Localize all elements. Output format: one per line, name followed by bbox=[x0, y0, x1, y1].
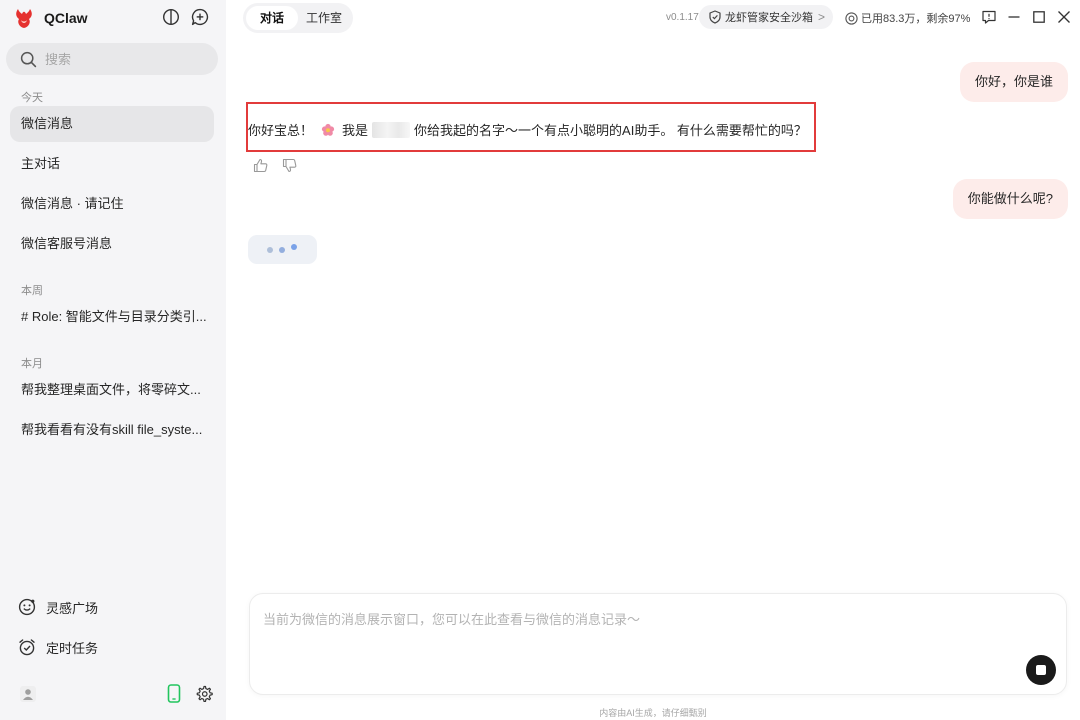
user-message: 你能做什么呢? bbox=[952, 179, 1068, 219]
minimize-icon[interactable] bbox=[1006, 9, 1022, 25]
typing-dot bbox=[291, 244, 297, 250]
alarm-clock-icon bbox=[19, 639, 35, 656]
shield-icon bbox=[709, 10, 721, 24]
stop-icon bbox=[1036, 665, 1046, 675]
chevron-right-icon: > bbox=[818, 10, 826, 24]
conversation-item[interactable]: # Role: 智能文件与目录分类引... bbox=[10, 299, 214, 335]
tab-chat[interactable]: 对话 bbox=[246, 6, 298, 30]
inspiration-link[interactable]: 灵感广场 bbox=[18, 596, 98, 618]
user-message: 你好，你是谁 bbox=[959, 62, 1068, 102]
message-input[interactable] bbox=[263, 609, 1023, 649]
typing-dot bbox=[279, 247, 285, 253]
assistant-message: 你好宝总！ 我是 你给我起的名字～一个有点小聪明的AI助手。 有什么需要帮忙的吗… bbox=[248, 120, 807, 139]
token-icon bbox=[845, 11, 858, 25]
user-avatar-icon[interactable] bbox=[20, 686, 36, 702]
close-icon[interactable] bbox=[1056, 9, 1072, 25]
maximize-icon[interactable] bbox=[1031, 9, 1047, 25]
conversation-item[interactable]: 帮我整理桌面文件，将零碎文... bbox=[10, 372, 214, 408]
assistant-intro: 我是 bbox=[342, 123, 369, 138]
search-icon bbox=[20, 51, 37, 67]
phone-icon[interactable] bbox=[167, 684, 181, 703]
typing-dot bbox=[267, 247, 273, 253]
ai-disclaimer: 内容由AI生成，请仔细甄别 bbox=[599, 708, 707, 718]
conversation-item[interactable]: 微信客服号消息 bbox=[10, 226, 214, 262]
inspiration-icon bbox=[18, 598, 36, 616]
version-label: v0.1.17 bbox=[666, 12, 699, 23]
thumbs-up-icon[interactable] bbox=[253, 158, 268, 173]
gear-icon[interactable] bbox=[195, 685, 213, 703]
flower-icon bbox=[321, 123, 335, 136]
conversation-item[interactable]: 帮我看看有没有skill file_syste... bbox=[10, 412, 214, 448]
stop-button[interactable] bbox=[1026, 655, 1056, 685]
brand: QClaw bbox=[14, 7, 88, 29]
conversation-item[interactable]: 微信消息 · 请记住 bbox=[10, 186, 214, 222]
app-name: QClaw bbox=[44, 10, 88, 26]
usage-label: 已用83.3万，剩余97% bbox=[861, 13, 971, 25]
token-usage: 已用83.3万，剩余97% bbox=[845, 10, 970, 26]
group-label-this-month: 本月 bbox=[21, 358, 43, 370]
sandbox-label: 龙虾管家安全沙箱 bbox=[725, 12, 813, 24]
conversation-item[interactable]: 微信消息 bbox=[10, 106, 214, 142]
thumbs-down-icon[interactable] bbox=[282, 158, 297, 173]
search-bar[interactable] bbox=[6, 43, 218, 75]
sidebar: QClaw 今天 微信消息 主对话 微信消息 · 请记住 微信客服号消息 本周 … bbox=[0, 0, 226, 720]
sidebar-toggle-icon[interactable] bbox=[162, 8, 180, 26]
assistant-body: 你给我起的名字～一个有点小聪明的AI助手。 有什么需要帮忙的吗？ bbox=[414, 123, 807, 138]
conversation-item[interactable]: 主对话 bbox=[10, 146, 214, 182]
assistant-greeting: 你好宝总！ bbox=[248, 123, 314, 138]
tab-studio[interactable]: 工作室 bbox=[298, 6, 350, 30]
scheduled-tasks-link[interactable]: 定时任务 bbox=[18, 636, 98, 658]
mode-tabs: 对话 工作室 bbox=[243, 3, 353, 33]
typing-indicator bbox=[248, 235, 317, 264]
new-chat-icon[interactable] bbox=[191, 8, 209, 26]
inspiration-label: 灵感广场 bbox=[46, 600, 99, 616]
scheduled-tasks-label: 定时任务 bbox=[46, 640, 99, 656]
feedback-icon[interactable] bbox=[981, 9, 997, 25]
group-label-this-week: 本周 bbox=[21, 285, 43, 297]
search-input[interactable] bbox=[45, 51, 205, 67]
qclaw-logo-icon bbox=[16, 9, 32, 28]
group-label-today: 今天 bbox=[21, 92, 43, 104]
message-composer bbox=[249, 593, 1067, 695]
redacted-name bbox=[372, 121, 411, 138]
sandbox-button[interactable]: 龙虾管家安全沙箱 > bbox=[699, 5, 833, 29]
